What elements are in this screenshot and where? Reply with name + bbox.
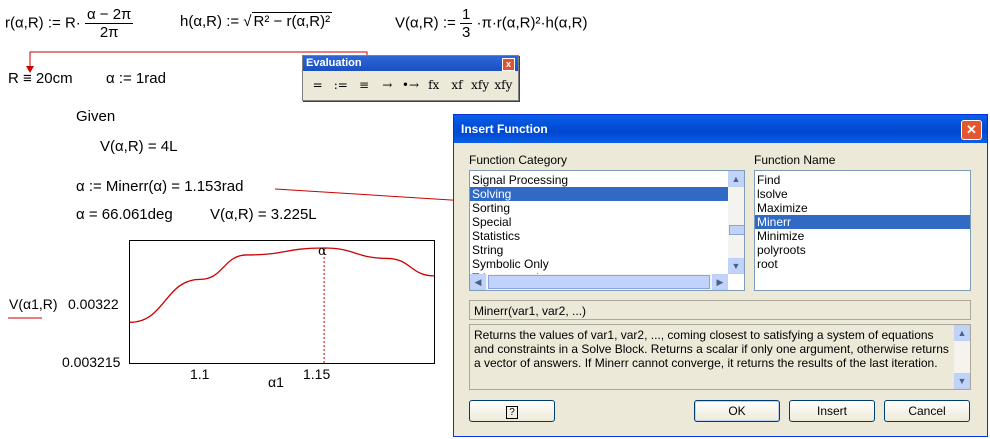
function-category-list[interactable]: Signal Processing Solving Sorting Special St… bbox=[469, 170, 745, 291]
function-category-label: Function Category bbox=[469, 153, 568, 167]
category-list-item[interactable]: Symbolic Only bbox=[470, 257, 744, 271]
help-icon: ? bbox=[506, 406, 518, 419]
function-list-item[interactable]: root bbox=[755, 257, 970, 271]
category-horizontal-scrollbar[interactable]: ◀ ▶ bbox=[470, 274, 728, 290]
close-icon[interactable]: x bbox=[502, 58, 515, 71]
category-vertical-scrollbar[interactable]: ▲ ▼ bbox=[728, 171, 744, 274]
dialog-titlebar[interactable]: Insert Function ✕ bbox=[454, 115, 987, 143]
close-icon[interactable]: ✕ bbox=[961, 120, 982, 140]
category-items: Signal Processing Solving Sorting Special St… bbox=[470, 171, 744, 285]
arrowhead-icon bbox=[26, 66, 34, 73]
function-description: Returns the values of var1, var2, ..., c… bbox=[469, 324, 971, 390]
definition-button[interactable]: := bbox=[329, 75, 352, 95]
infix-operator-button[interactable]: xfy bbox=[469, 75, 492, 95]
scroll-up-icon[interactable]: ▲ bbox=[728, 171, 744, 187]
scroll-right-icon[interactable]: ▶ bbox=[712, 274, 728, 290]
function-list-item[interactable]: Minerr bbox=[755, 215, 970, 229]
function-list-item[interactable]: Maximize bbox=[755, 201, 970, 215]
function-list-item[interactable]: Find bbox=[755, 173, 970, 187]
scroll-thumb[interactable] bbox=[488, 275, 710, 289]
scroll-left-icon[interactable]: ◀ bbox=[470, 274, 486, 290]
evaluation-toolbar-titlebar[interactable]: Evaluation x bbox=[303, 56, 518, 71]
prefix-operator-button[interactable]: fx bbox=[422, 75, 445, 95]
volume-plot[interactable]: α bbox=[129, 240, 435, 364]
function-name-list[interactable]: Find lsolve Maximize Minerr Minimize polyroot… bbox=[754, 170, 971, 291]
plot-ylabel: V(α1,R) bbox=[9, 296, 58, 312]
y-tick-top: 0.00322 bbox=[68, 296, 119, 312]
symbolic-evaluate-button[interactable]: → bbox=[376, 75, 399, 95]
category-list-item[interactable]: Statistics bbox=[470, 229, 744, 243]
category-list-item[interactable]: String bbox=[470, 243, 744, 257]
postfix-operator-button[interactable]: xf bbox=[445, 75, 468, 95]
plot-xlabel: α1 bbox=[268, 374, 284, 390]
evaluation-toolbar-title: Evaluation bbox=[306, 57, 362, 69]
category-list-item[interactable]: Signal Processing bbox=[470, 173, 744, 187]
x-tick-1: 1.1 bbox=[190, 366, 210, 382]
symbolic-keyword-button[interactable]: •→ bbox=[399, 75, 422, 95]
x-tick-2: 1.15 bbox=[303, 366, 331, 382]
function-list-item[interactable]: lsolve bbox=[755, 187, 970, 201]
plot-canvas bbox=[130, 247, 434, 363]
marker-label: α bbox=[318, 244, 327, 259]
scroll-up-icon[interactable]: ▲ bbox=[954, 325, 970, 341]
category-list-item[interactable]: Solving bbox=[470, 187, 744, 201]
insert-function-dialog[interactable]: Insert Function ✕ Function Category Func… bbox=[453, 114, 988, 437]
function-name-label: Function Name bbox=[754, 153, 836, 167]
help-button[interactable]: ? bbox=[469, 400, 555, 422]
y-tick-bottom: 0.003215 bbox=[62, 354, 121, 370]
volume-curve bbox=[130, 247, 434, 323]
function-list-item[interactable]: polyroots bbox=[755, 243, 970, 257]
global-definition-button[interactable]: ≡ bbox=[352, 75, 375, 95]
scroll-down-icon[interactable]: ▼ bbox=[954, 373, 970, 389]
description-scrollbar[interactable]: ▲ ▼ bbox=[954, 325, 970, 389]
function-items: Find lsolve Maximize Minerr Minimize polyroot… bbox=[755, 171, 970, 271]
dialog-title: Insert Function bbox=[461, 122, 548, 136]
description-text: Returns the values of var1, var2, ..., c… bbox=[474, 328, 949, 370]
cancel-button[interactable]: Cancel bbox=[884, 400, 970, 422]
signature-text: Minerr(var1, var2, ...) bbox=[474, 304, 587, 318]
evaluate-button[interactable]: = bbox=[306, 75, 329, 95]
category-list-item[interactable]: Special bbox=[470, 215, 744, 229]
ok-button[interactable]: OK bbox=[694, 400, 780, 422]
function-list-item[interactable]: Minimize bbox=[755, 229, 970, 243]
treefix-operator-button[interactable]: xfy bbox=[492, 75, 515, 95]
insert-button[interactable]: Insert bbox=[789, 400, 875, 422]
evaluation-buttons: = := ≡ → •→ fx xf xfy xfy bbox=[303, 71, 518, 99]
scroll-thumb[interactable] bbox=[729, 225, 744, 235]
function-signature: Minerr(var1, var2, ...) bbox=[469, 300, 971, 320]
scroll-down-icon[interactable]: ▼ bbox=[728, 258, 744, 274]
category-list-item[interactable]: Sorting bbox=[470, 201, 744, 215]
evaluation-toolbar[interactable]: Evaluation x = := ≡ → •→ fx xf xfy xfy bbox=[302, 55, 519, 101]
